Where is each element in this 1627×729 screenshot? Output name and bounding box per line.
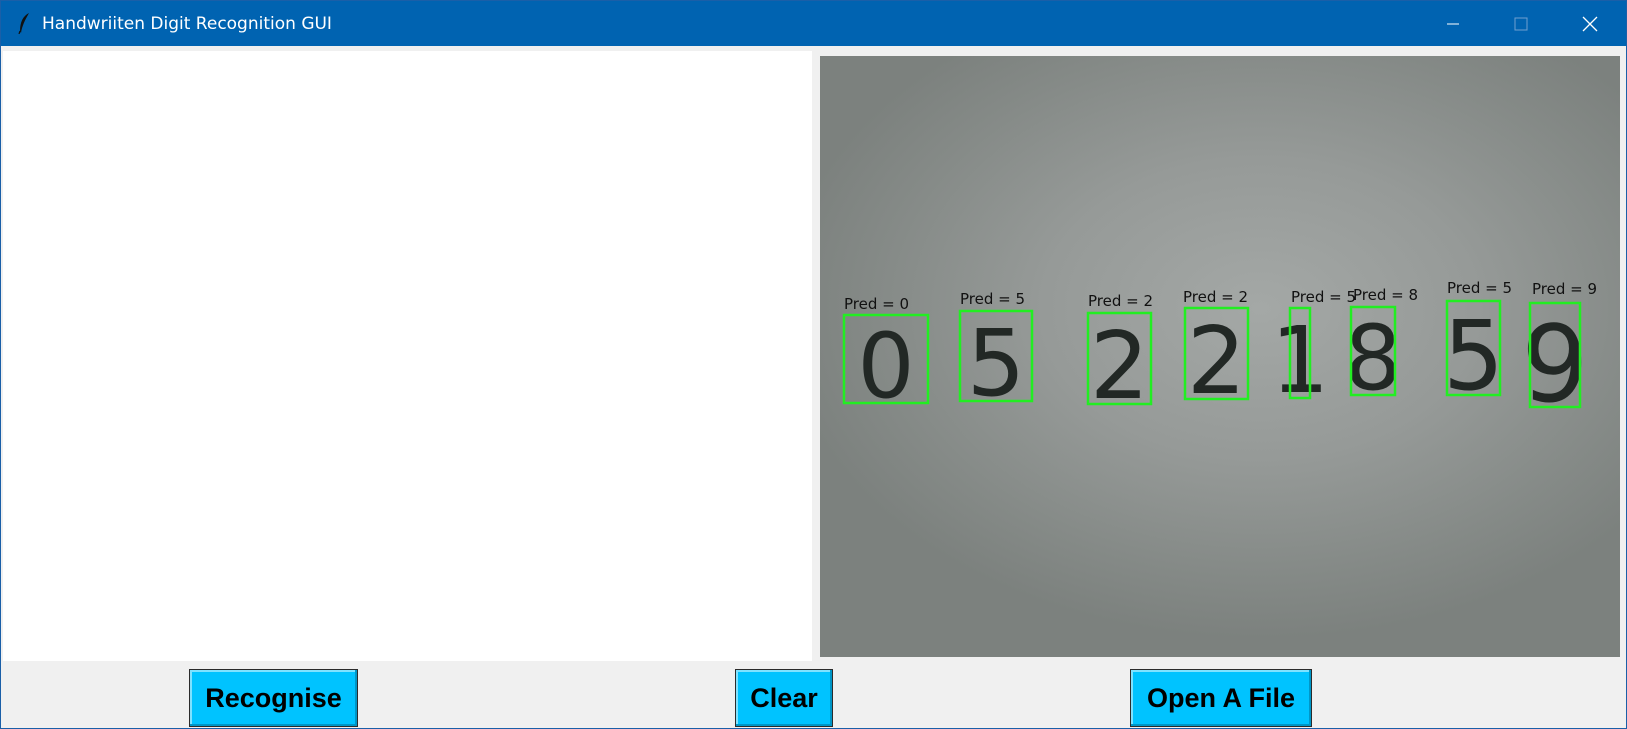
prediction-label: Pred = 0 [844,295,909,313]
close-icon [1582,16,1598,31]
result-image: 0 Pred = 0 5 Pred = 5 2 Pred = 2 2 Pred = 2 1 Pre… [820,56,1620,657]
prediction-label: Pred = 5 [1447,279,1512,297]
recognise-button[interactable]: Recognise [189,669,358,727]
prediction-label: Pred = 5 [960,290,1025,308]
maximize-icon [1514,17,1528,30]
prediction-label: Pred = 2 [1183,288,1248,306]
prediction-label: Pred = 2 [1088,292,1153,310]
minimize-icon [1447,23,1459,24]
maximize-button[interactable] [1487,1,1555,46]
clear-button[interactable]: Clear [735,669,833,727]
app-window: Handwriiten Digit Recognition GUI 0 Pred … [0,0,1627,729]
prediction-label: Pred = 9 [1532,280,1597,298]
title-bar[interactable]: Handwriiten Digit Recognition GUI [1,1,1626,46]
prediction-label: Pred = 8 [1353,286,1418,304]
feather-icon [18,13,29,34]
open-file-button[interactable]: Open A File [1130,669,1312,727]
drawing-canvas[interactable] [3,51,812,661]
prediction-label: Pred = 5 [1291,288,1356,306]
window-title: Handwriiten Digit Recognition GUI [42,14,332,34]
close-button[interactable] [1556,1,1624,46]
minimize-button[interactable] [1419,1,1487,46]
prediction-overlay: 0Pred = 05Pred = 52Pred = 22Pred = 21Pre… [842,279,1597,426]
